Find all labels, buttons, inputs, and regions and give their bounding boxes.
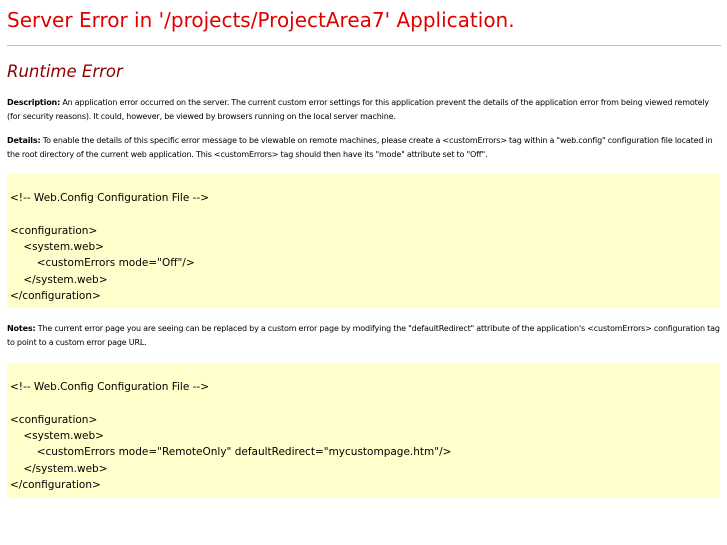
code-line: <!-- Web.Config Configuration File --> (10, 192, 210, 205)
code-line: </system.web> (10, 462, 108, 475)
description-label: Description: (7, 98, 61, 107)
notes-paragraph: Notes: The current error page you are se… (7, 322, 721, 350)
code-line: </system.web> (10, 273, 108, 286)
config-code-block-remote: <!-- Web.Config Configuration File --> <… (7, 363, 720, 498)
description-paragraph: Description: An application error occurr… (7, 96, 721, 124)
title-divider (7, 45, 721, 46)
code-line: <configuration> (10, 224, 98, 237)
code-line: <configuration> (10, 413, 98, 426)
notes-text: The current error page you are seeing ca… (7, 324, 720, 347)
details-text: To enable the details of this specific e… (7, 136, 713, 159)
code-line: <system.web> (10, 430, 104, 443)
code-line: <system.web> (10, 241, 104, 254)
code-line: </configuration> (10, 479, 101, 492)
config-code-block-off: <!-- Web.Config Configuration File --> <… (7, 174, 720, 308)
code-line: <!-- Web.Config Configuration File --> (10, 381, 210, 394)
code-line: <customErrors mode="Off"/> (10, 257, 195, 270)
description-text: An application error occurred on the ser… (7, 98, 710, 121)
notes-label: Notes: (7, 324, 36, 333)
code-line: </configuration> (10, 290, 101, 303)
details-paragraph: Details: To enable the details of this s… (7, 134, 721, 162)
code-line: <customErrors mode="RemoteOnly" defaultR… (10, 446, 452, 459)
details-label: Details: (7, 136, 41, 145)
page-title: Server Error in '/projects/ProjectArea7'… (7, 8, 515, 32)
error-heading: Runtime Error (7, 62, 123, 81)
